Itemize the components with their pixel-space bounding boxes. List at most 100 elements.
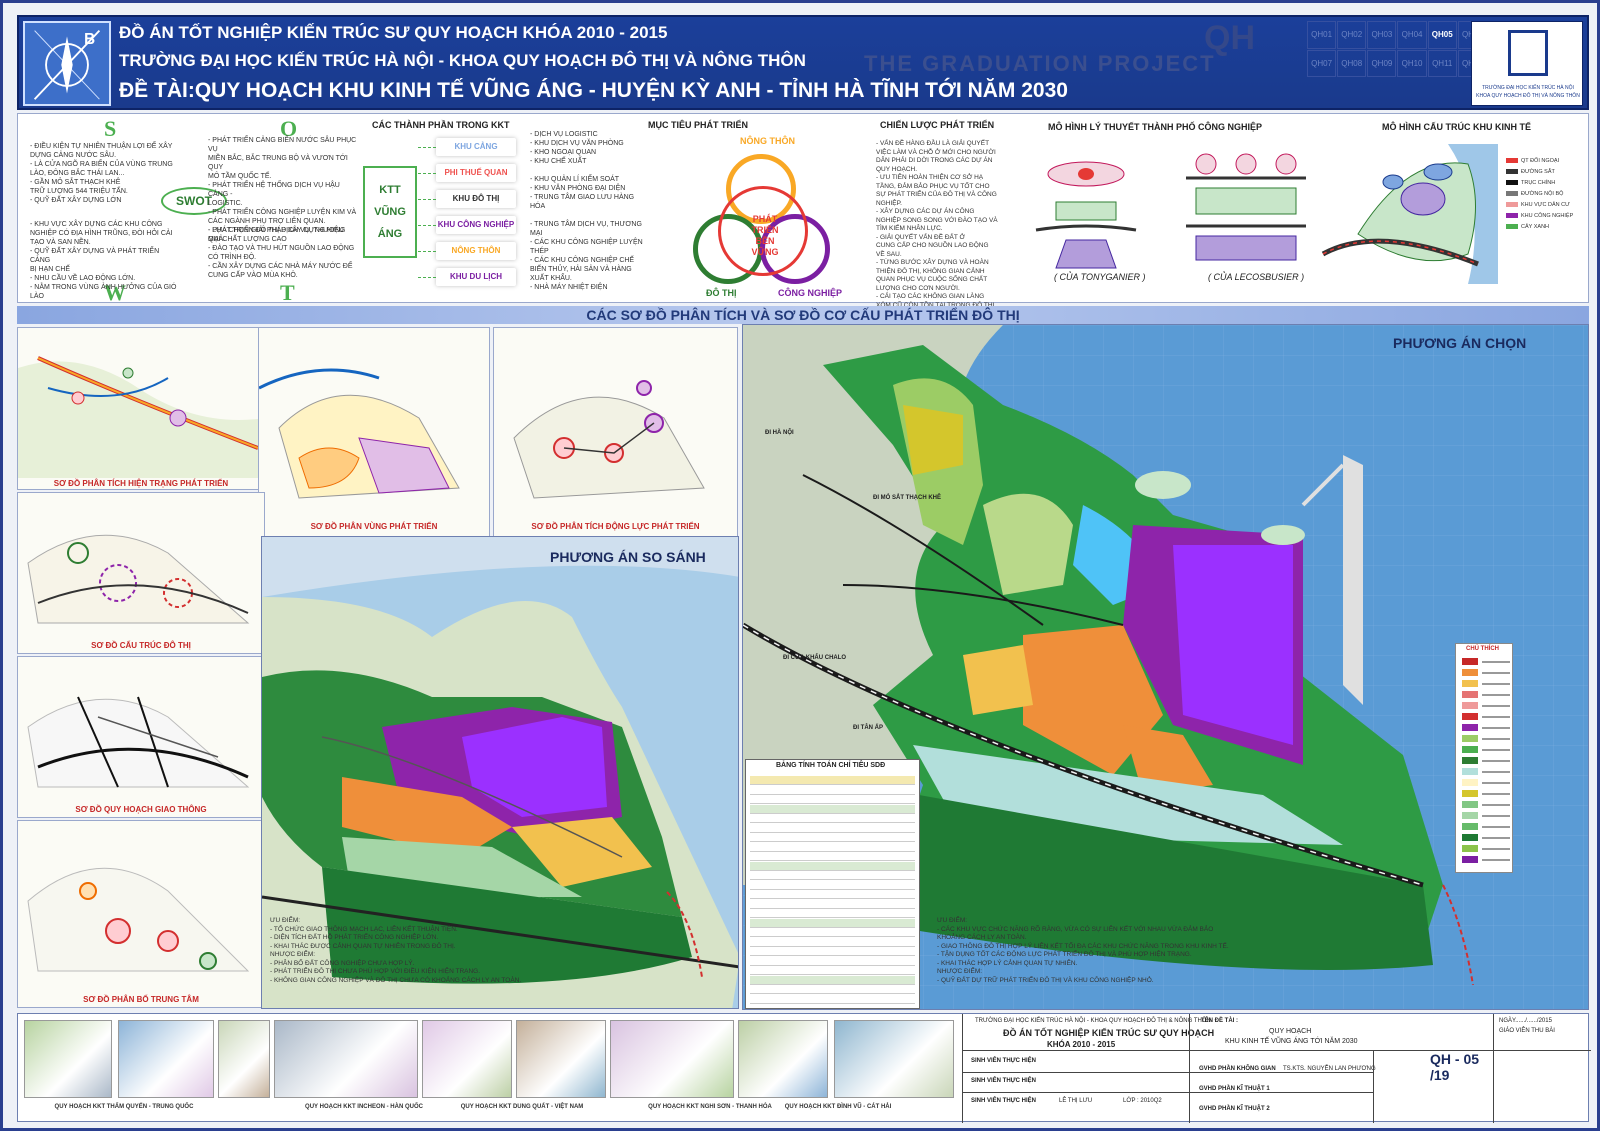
table-row	[750, 833, 915, 842]
graduation-title: THE GRADUATION PROJECT	[864, 51, 1216, 76]
legend-swatch	[1462, 845, 1478, 852]
header-project-title: ĐỀ TÀI:QUY HOẠCH KHU KINH TẾ VŨNG ÁNG - …	[119, 79, 1068, 102]
sheet-code-grid: QH01QH02QH03QH04QH05QH06QH07QH08QH09QH10…	[1307, 21, 1487, 77]
reference-thumbnail	[118, 1020, 214, 1098]
tb-approve: GIÁO VIÊN THU BÀI	[1499, 1028, 1555, 1034]
model-title-1: MÔ HÌNH LÝ THUYẾT THÀNH PHỐ CÔNG NGHIỆP	[1048, 122, 1263, 132]
sheet-code-qh10: QH10	[1397, 49, 1427, 77]
model-caption-1: ( CỦA TONYGANIER )	[1054, 272, 1146, 282]
legend-swatch	[1462, 669, 1478, 676]
tb-topic-1: QUY HOẠCH	[1269, 1028, 1312, 1035]
legend-text-line	[1482, 683, 1510, 685]
tb-school: TRƯỜNG ĐẠI HỌC KIẾN TRÚC HÀ NỘI - KHOA Q…	[975, 1018, 1211, 1024]
table-row	[750, 975, 915, 985]
legend-text-line	[1482, 694, 1510, 696]
reference-thumbnail	[834, 1020, 954, 1098]
legend-text-line	[1482, 738, 1510, 740]
table-row	[750, 890, 915, 899]
reference-thumbnail	[516, 1020, 606, 1098]
legend-swatch	[1462, 702, 1478, 709]
diagram-urban-structure: SƠ ĐỒ CẤU TRÚC ĐÔ THỊ	[17, 492, 265, 654]
diagram-drivers: SƠ ĐỒ PHÂN TÍCH ĐỘNG LỰC PHÁT TRIỂN	[493, 327, 738, 537]
legend-text-line	[1482, 804, 1510, 806]
diagram-zoning: SƠ ĐỒ PHÂN VÙNG PHÁT TRIỂN	[258, 327, 490, 537]
zoning-map	[259, 368, 460, 499]
diagram-zoning-caption: SƠ ĐỒ PHÂN VÙNG PHÁT TRIỂN	[310, 522, 438, 531]
university-logo-text: TRƯỜNG ĐẠI HỌC KIẾN TRÚC HÀ NỘI KHOA QUY…	[1476, 85, 1580, 99]
legend-swatch	[1462, 834, 1478, 841]
zone-connector	[418, 277, 436, 278]
urban-structure-map	[27, 534, 250, 624]
table-row	[750, 786, 915, 795]
table-row	[750, 909, 915, 918]
kkt-center-box: KTT VŨNG ÁNG	[363, 166, 417, 258]
comparison-map-panel: PHƯƠNG ÁN SO SÁNH ƯU ĐIỂM: - TỔ CHỨC GIA…	[261, 536, 739, 1009]
model-legend-item: QT ĐỐI NGOẠI	[1506, 158, 1559, 164]
table-row	[750, 852, 915, 861]
goal-industry-label: CÔNG NGHIỆP	[778, 288, 843, 298]
legend-swatch	[1462, 823, 1478, 830]
tb-gv3-label: GVHD PHẦN KĨ THUẬT 2	[1199, 1106, 1270, 1112]
legend-text-line	[1482, 672, 1510, 674]
table-row	[750, 966, 915, 975]
tb-course: KHÓA 2010 - 2015	[1047, 1040, 1116, 1049]
sheet-code-qh07: QH07	[1307, 49, 1337, 77]
sheet-code-qh04: QH04	[1397, 21, 1427, 49]
chosen-map-title: PHƯƠNG ÁN CHỌN	[1393, 335, 1527, 351]
compass-letter: B	[84, 31, 95, 48]
table-row	[750, 804, 915, 814]
sheet-code-qh01: QH01	[1307, 21, 1337, 49]
tb-student-label-3: SINH VIÊN THỰC HIỆN	[971, 1098, 1036, 1104]
model-legend-label: QT ĐỐI NGOẠI	[1521, 158, 1560, 164]
table-row	[750, 918, 915, 928]
legend-text-line	[1482, 661, 1510, 663]
legend-title: CHÚ THÍCH	[1466, 646, 1499, 652]
model-legend-label: KHU CÔNG NGHIỆP	[1521, 213, 1574, 219]
model-legend-item: CÂY XANH	[1506, 224, 1549, 230]
kkt-word-3: ÁNG	[377, 228, 403, 240]
reference-thumbnail	[218, 1020, 270, 1098]
tb-divider-3	[963, 1092, 1373, 1093]
zone-connector	[418, 147, 436, 148]
reference-caption: QUY HOẠCH KKT DUNG QUẤT - VIỆT NAM	[460, 1104, 584, 1110]
chosen-map-panel: PHƯƠNG ÁN CHỌN ĐI HÀ NỘI ĐI MỎ SẮT THẠCH…	[742, 324, 1589, 1010]
swot-weaknesses: - KHU VỰC XÂY DỰNG CÁC KHU CÔNG NGHIỆP C…	[30, 221, 177, 300]
drivers-map	[513, 380, 705, 499]
goals-title: MỤC TIÊU PHÁT TRIỂN	[648, 120, 748, 130]
zone-connector	[418, 251, 436, 252]
legend-swatch	[1462, 691, 1478, 698]
diagram-centers: SƠ ĐỒ PHÂN BỐ TRUNG TÂM	[17, 820, 265, 1008]
legend-swatch	[1462, 768, 1478, 775]
legend-swatch	[1462, 724, 1478, 731]
table-row	[750, 861, 915, 871]
zone-connector	[418, 173, 436, 174]
zone-item-0: KHU CẢNG	[436, 138, 516, 156]
legend-text-line	[1482, 837, 1510, 839]
table-row	[750, 881, 915, 890]
legend-text-line	[1482, 859, 1510, 861]
centers-map	[27, 867, 250, 972]
industrial-city-model-diagram	[1035, 153, 1306, 269]
zone-item-1: PHI THUẾ QUAN	[436, 164, 516, 182]
label-chalo: ĐI CỬA KHẨU CHALO	[783, 655, 847, 661]
legend-swatch	[1462, 757, 1478, 764]
reference-thumbnail	[422, 1020, 512, 1098]
reference-thumbnail	[610, 1020, 734, 1098]
reference-caption: QUY HOẠCH KKT THẨM QUYẾN - TRUNG QUỐC	[54, 1104, 194, 1110]
model-legend-swatch	[1506, 158, 1518, 164]
chosen-notes: ƯU ĐIỂM: - CÁC KHU VỰC CHỨC NĂNG RÕ RÀNG…	[937, 917, 1229, 984]
tb-topic-label: TÊN ĐỀ TÀI :	[1201, 1018, 1238, 1024]
legend-swatch	[1462, 746, 1478, 753]
map-legend: CHÚ THÍCH	[1455, 643, 1513, 873]
table-row	[750, 928, 915, 937]
table-row	[750, 947, 915, 956]
reference-thumbnail	[738, 1020, 828, 1098]
diagram-transport-caption: SƠ ĐỒ QUY HOẠCH GIAO THÔNG	[75, 805, 207, 814]
header-line-2: TRƯỜNG ĐẠI HỌC KIẾN TRÚC HÀ NỘI - KHOA Q…	[119, 51, 806, 70]
diagram-transport: SƠ ĐỒ QUY HOẠCH GIAO THÔNG	[17, 656, 265, 818]
zone-item-2: KHU ĐÔ THỊ	[436, 190, 516, 208]
table-row	[750, 824, 915, 833]
current-state-map	[18, 356, 264, 478]
legend-swatch	[1462, 713, 1478, 720]
table-title: BẢNG TÍNH TOÁN CHỈ TIÊU SDĐ	[776, 762, 886, 769]
